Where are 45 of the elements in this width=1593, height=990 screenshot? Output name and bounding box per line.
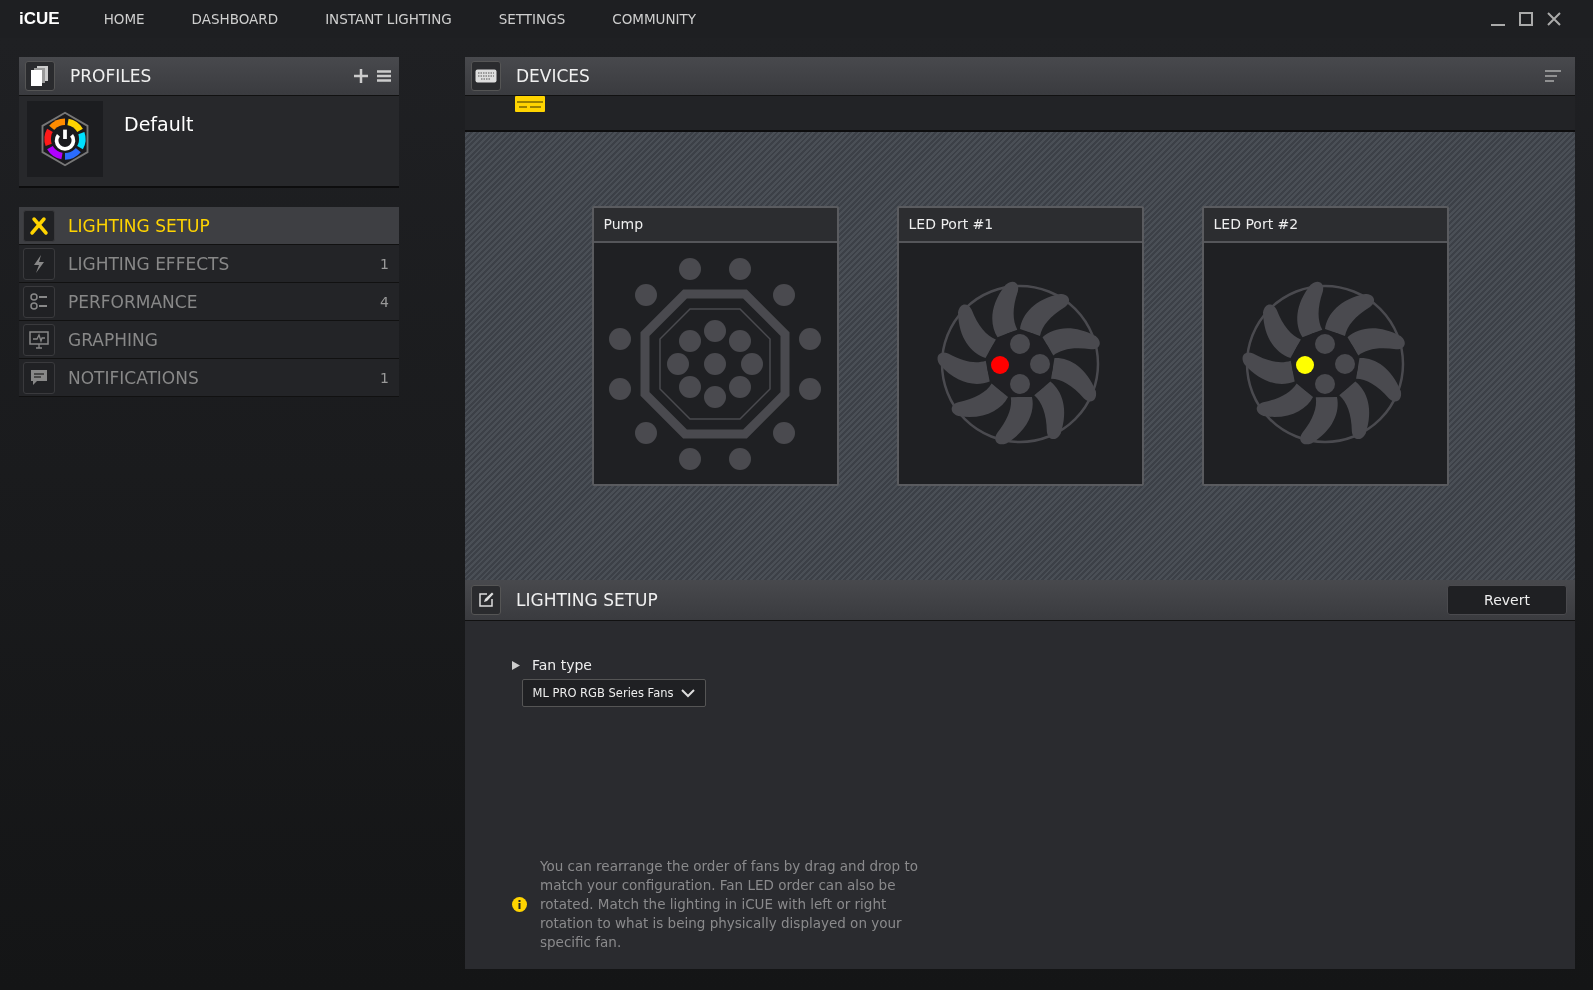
device-card[interactable]: LED Port #2 [1201, 206, 1449, 486]
maximize-icon[interactable] [1519, 12, 1533, 26]
card-title: LED Port #2 [1203, 208, 1447, 243]
fan-type-dropdown[interactable]: ML PRO RGB Series Fans [522, 679, 706, 707]
sidebar-item[interactable]: NOTIFICATIONS 1 [19, 359, 399, 397]
edit-icon [478, 592, 494, 608]
menu-icon[interactable] [377, 70, 391, 82]
profile-item[interactable]: Default [19, 96, 399, 188]
item-count: 4 [380, 293, 389, 310]
chat-icon [29, 367, 49, 388]
profile-name: Default [124, 113, 194, 135]
section-title: PROFILES [70, 66, 152, 86]
section-title: DEVICES [516, 66, 590, 86]
nav-link[interactable]: DASHBOARD [191, 11, 279, 27]
list-icon[interactable] [1545, 70, 1561, 82]
device-card[interactable]: Pump [591, 206, 839, 486]
app-logo: iCUE [19, 9, 60, 29]
sidebar-item[interactable]: PERFORMANCE 4 [19, 283, 399, 321]
info-text: You can rearrange the order of fans by drag and drop to match your configuration. Fan LED order can also be rotated. Match the lighting in iCUE with left or right rotation to what is being physically displayed on your specific fan. [540, 857, 920, 952]
revert-button[interactable]: Revert [1447, 585, 1567, 615]
item-count: 1 [380, 369, 389, 386]
device-card[interactable]: LED Port #1 [896, 206, 1144, 486]
keyboard-icon [475, 69, 497, 83]
nav-link[interactable]: HOME [103, 11, 145, 27]
sidebar-item[interactable]: LIGHTING EFFECTS 1 [19, 245, 399, 283]
card-title: Pump [593, 208, 837, 243]
chevron-down-icon [681, 688, 696, 698]
documents-icon [31, 66, 49, 86]
card-title: LED Port #1 [898, 208, 1142, 243]
monitor-icon [29, 329, 49, 350]
toggles-icon [29, 291, 49, 312]
nav-link[interactable]: SETTINGS [498, 11, 566, 27]
sidebar-item[interactable]: LIGHTING SETUP [19, 207, 399, 245]
sidebar-item[interactable]: GRAPHING [19, 321, 399, 359]
section-title: LIGHTING SETUP [516, 590, 658, 610]
close-icon[interactable] [1547, 12, 1561, 26]
nav-link[interactable]: INSTANT LIGHTING [325, 11, 452, 27]
tools-icon [29, 215, 49, 236]
device-icon[interactable] [515, 96, 545, 112]
item-count: 1 [380, 255, 389, 272]
triangle-icon [512, 660, 520, 670]
info-icon [512, 897, 527, 912]
nav-link[interactable]: COMMUNITY [612, 11, 697, 27]
add-icon[interactable] [354, 69, 368, 83]
fan-type-toggle[interactable]: Fan type [512, 657, 1575, 673]
